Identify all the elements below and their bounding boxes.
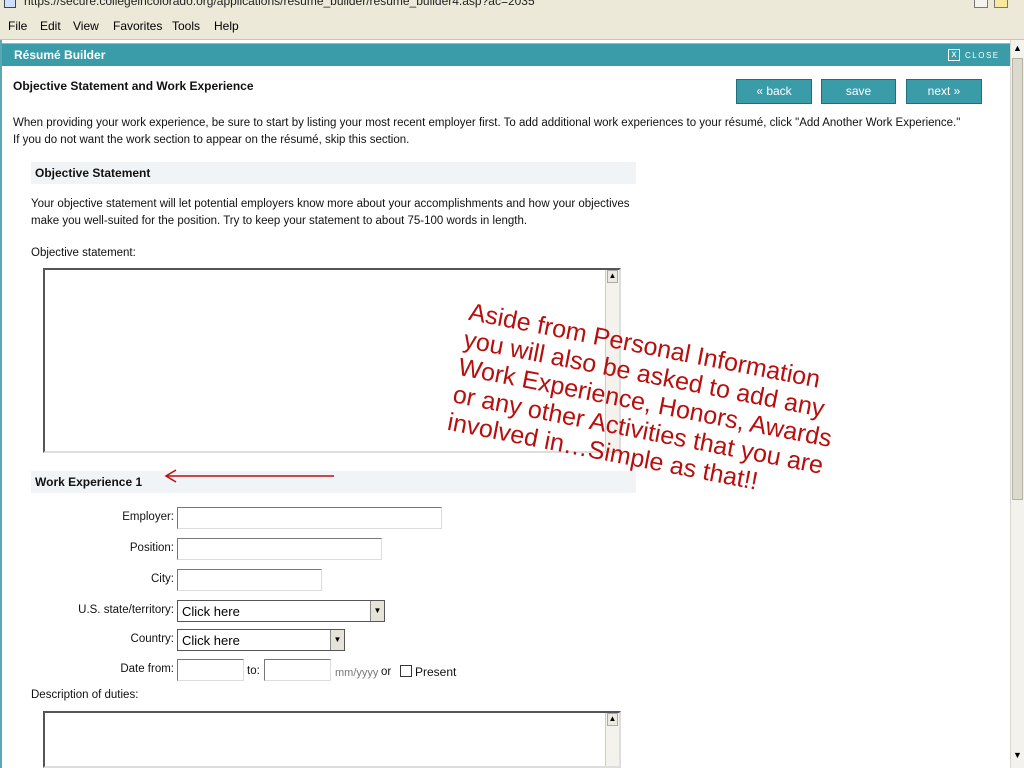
- page-scrollbar[interactable]: ▲ ▼: [1010, 40, 1024, 768]
- objective-section-header: Objective Statement: [31, 162, 636, 184]
- country-select[interactable]: Click here ▼: [177, 629, 345, 651]
- close-icon[interactable]: x: [948, 49, 960, 61]
- present-checkbox[interactable]: [400, 665, 412, 677]
- menu-view[interactable]: View: [73, 19, 99, 33]
- objective-description: Your objective statement will let potent…: [31, 198, 630, 227]
- intro-text: When providing your work experience, be …: [13, 117, 961, 146]
- duties-textarea[interactable]: ▲: [43, 711, 621, 768]
- browser-title-bar: https://secure.collegeincolorado.org/app…: [0, 0, 1024, 14]
- close-label[interactable]: CLOSE: [965, 51, 1000, 60]
- scroll-up-icon[interactable]: ▲: [1012, 43, 1023, 56]
- date-from-label: Date from:: [120, 663, 174, 675]
- scroll-down-icon[interactable]: ▼: [1012, 750, 1023, 763]
- browser-url: https://secure.collegeincolorado.org/app…: [24, 0, 535, 8]
- position-label: Position:: [129, 542, 174, 554]
- chevron-down-icon[interactable]: ▼: [330, 630, 344, 650]
- page-icon: [4, 0, 16, 8]
- present-label: Present: [415, 665, 457, 679]
- back-button[interactable]: « back: [736, 79, 812, 104]
- city-input[interactable]: [177, 569, 322, 591]
- date-from-input[interactable]: [177, 659, 244, 681]
- resume-builder-window: Résumé Builder x CLOSE ▲ ▼ Objective Sta…: [0, 40, 1024, 768]
- work-heading: Work Experience 1: [35, 475, 143, 489]
- date-to-input[interactable]: [264, 659, 331, 681]
- state-select[interactable]: Click here ▼: [177, 600, 385, 622]
- state-label: U.S. state/territory:: [78, 604, 174, 616]
- app-header: Résumé Builder x CLOSE: [2, 43, 1010, 66]
- state-select-value: Click here: [182, 604, 240, 619]
- employer-input[interactable]: [177, 507, 442, 529]
- menu-edit[interactable]: Edit: [40, 19, 61, 33]
- save-button[interactable]: save: [821, 79, 896, 104]
- duties-textarea-scrollbar[interactable]: ▲: [605, 713, 619, 766]
- app-title: Résumé Builder: [14, 48, 106, 62]
- menu-tools[interactable]: Tools: [172, 19, 200, 33]
- menu-help[interactable]: Help: [214, 19, 239, 33]
- scrollbar-thumb[interactable]: [1012, 58, 1023, 500]
- objective-heading: Objective Statement: [35, 166, 151, 180]
- date-format-hint: mm/yyyy: [335, 667, 379, 679]
- or-label: or: [381, 666, 392, 678]
- next-button[interactable]: next »: [906, 79, 982, 104]
- scroll-up-icon[interactable]: ▲: [607, 713, 618, 726]
- date-to-label: to:: [247, 665, 260, 677]
- city-label: City:: [151, 573, 174, 585]
- duties-label: Description of duties:: [31, 689, 139, 701]
- chevron-down-icon[interactable]: ▼: [370, 601, 384, 621]
- menu-file[interactable]: File: [8, 19, 27, 33]
- objective-field-label: Objective statement:: [31, 247, 136, 259]
- minimize-icon[interactable]: [974, 0, 988, 8]
- scroll-up-icon[interactable]: ▲: [607, 270, 618, 283]
- maximize-icon[interactable]: [994, 0, 1008, 8]
- annotation-arrow-icon: [164, 469, 334, 483]
- position-input[interactable]: [177, 538, 382, 560]
- menu-favorites[interactable]: Favorites: [113, 19, 162, 33]
- country-select-value: Click here: [182, 633, 240, 648]
- browser-menu-bar: File Edit View Favorites Tools Help: [0, 14, 1024, 40]
- country-label: Country:: [130, 633, 174, 645]
- page-title: Objective Statement and Work Experience: [13, 79, 254, 93]
- employer-label: Employer:: [122, 511, 174, 523]
